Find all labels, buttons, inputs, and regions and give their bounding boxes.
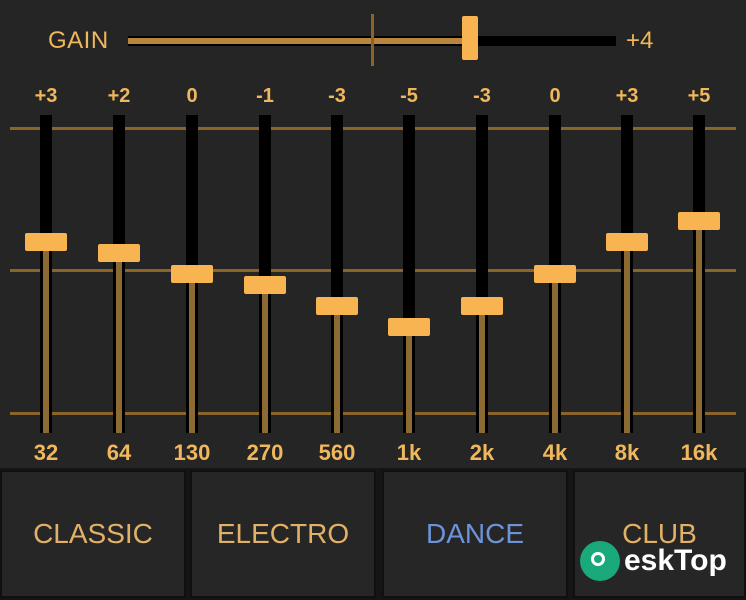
band-value-label: +5 (687, 85, 711, 107)
band-slider-fill (43, 242, 49, 433)
band-slider-knob[interactable] (534, 265, 576, 283)
band-value-label: -5 (400, 85, 418, 107)
band-value-label: +3 (615, 85, 639, 107)
band-slider-32[interactable] (25, 115, 67, 433)
preset-classic-button[interactable]: CLASSIC (0, 470, 186, 598)
band-slider-knob[interactable] (388, 318, 430, 336)
band-value-label: 0 (549, 85, 561, 107)
band-slider-fill (189, 274, 195, 433)
eq-band-1k: -5 1k (379, 0, 439, 468)
equalizer-panel: GAIN +4 +3 32 +2 64 0 130 -1 270 -3 560 -5 1k -3 2k 0 4… (0, 0, 746, 468)
band-frequency-label: 16k (680, 440, 718, 465)
eq-band-8k: +3 8k (597, 0, 657, 468)
preset-dance-button[interactable]: DANCE (382, 470, 568, 598)
band-frequency-label: 8k (614, 440, 640, 465)
band-frequency-label: 64 (106, 440, 132, 465)
band-frequency-label: 2k (469, 440, 495, 465)
band-slider-16k[interactable] (678, 115, 720, 433)
eq-band-16k: +5 16k (669, 0, 729, 468)
band-slider-fill (624, 242, 630, 433)
preset-electro-button[interactable]: ELECTRO (190, 470, 376, 598)
band-frequency-label: 560 (318, 440, 356, 465)
band-slider-fill (479, 305, 485, 433)
eq-band-4k: 0 4k (525, 0, 585, 468)
gain-center-mark (370, 14, 374, 66)
band-slider-knob[interactable] (606, 233, 648, 252)
band-slider-knob[interactable] (171, 265, 213, 283)
band-slider-130[interactable] (171, 115, 213, 433)
band-frequency-label: 130 (173, 440, 211, 465)
band-slider-knob[interactable] (461, 296, 503, 315)
band-frequency-label: 4k (542, 440, 568, 465)
band-slider-fill (696, 221, 702, 433)
eq-band-130: 0 130 (162, 0, 222, 468)
band-slider-8k[interactable] (606, 115, 648, 433)
band-slider-560[interactable] (316, 115, 358, 433)
band-slider-2k[interactable] (461, 115, 503, 433)
eq-band-2k: -3 2k (452, 0, 512, 468)
band-slider-1k[interactable] (388, 115, 430, 433)
band-slider-knob[interactable] (98, 243, 140, 262)
band-slider-knob[interactable] (25, 233, 67, 252)
band-slider-knob[interactable] (316, 296, 358, 315)
band-slider-fill (334, 305, 340, 433)
eq-band-270: -1 270 (235, 0, 295, 468)
band-value-label: 0 (186, 85, 198, 107)
band-value-label: -1 (256, 85, 274, 107)
band-value-label: +2 (107, 85, 131, 107)
band-slider-fill (552, 274, 558, 433)
band-slider-knob[interactable] (678, 212, 720, 230)
band-slider-4k[interactable] (534, 115, 576, 433)
band-slider-fill (262, 284, 268, 433)
band-slider-270[interactable] (244, 115, 286, 433)
eq-band-32: +3 32 (16, 0, 76, 468)
band-value-label: -3 (473, 85, 491, 107)
eq-band-560: -3 560 (307, 0, 367, 468)
watermark: eskTop (580, 536, 740, 586)
band-slider-knob[interactable] (244, 275, 286, 294)
band-slider-64[interactable] (98, 115, 140, 433)
band-slider-fill (116, 252, 122, 433)
desktop-logo-icon (580, 541, 620, 581)
band-frequency-label: 270 (246, 440, 284, 465)
watermark-text: eskTop (624, 544, 727, 577)
band-value-label: -3 (328, 85, 346, 107)
band-frequency-label: 32 (33, 440, 59, 465)
band-value-label: +3 (34, 85, 58, 107)
eq-band-64: +2 64 (89, 0, 149, 468)
band-slider-fill (406, 327, 412, 433)
band-frequency-label: 1k (396, 440, 422, 465)
